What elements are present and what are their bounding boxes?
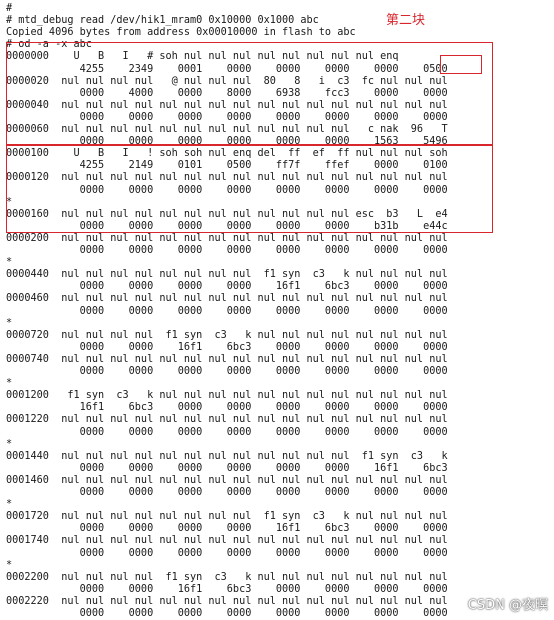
annotation-label: 第二块 xyxy=(386,13,426,28)
terminal-line: 0000200 nul nul nul nul nul nul nul nul … xyxy=(6,232,448,244)
terminal-line: 0000440 nul nul nul nul nul nul nul nul … xyxy=(6,269,448,281)
terminal-line: # xyxy=(6,3,13,14)
terminal-line: 0002220 nul nul nul nul nul nul nul nul … xyxy=(6,595,448,607)
terminal-line: 0000 0000 0000 0000 0000 0000 0000 0000 xyxy=(6,305,448,317)
terminal-line: * xyxy=(6,438,13,450)
terminal-line: 0000 0000 0000 0000 0000 0000 0000 0000 xyxy=(6,608,448,619)
terminal-line: # mtd_debug read /dev/hik1_mram0 0x10000… xyxy=(6,15,319,27)
terminal-line: 0001440 nul nul nul nul nul nul nul nul … xyxy=(6,450,448,462)
annotation-box-block-one xyxy=(6,42,493,145)
terminal-line: 0000 0000 0000 0000 0000 0000 0000 0000 xyxy=(6,426,448,438)
terminal-line: 0000 0000 0000 0000 0000 0000 0000 0000 xyxy=(6,245,448,256)
terminal-line: 0000 0000 0000 0000 0000 0000 16f1 6bc3 xyxy=(6,462,448,474)
terminal-line: * xyxy=(6,499,13,511)
terminal-line: * xyxy=(6,559,13,571)
terminal-line: 0000 0000 0000 0000 16f1 6bc3 0000 0000 xyxy=(6,523,448,535)
terminal-line: 0002200 nul nul nul nul f1 syn c3 k nul … xyxy=(6,571,448,583)
terminal-line: * xyxy=(6,378,13,390)
terminal-line: 0000460 nul nul nul nul nul nul nul nul … xyxy=(6,293,448,305)
terminal-line: 0001200 f1 syn c3 k nul nul nul nul nul … xyxy=(6,390,448,402)
terminal-line: 0001460 nul nul nul nul nul nul nul nul … xyxy=(6,474,448,486)
terminal-line: 0000 0000 0000 0000 0000 0000 0000 0000 xyxy=(6,487,448,498)
watermark: CSDN @夜暝 xyxy=(467,598,548,613)
terminal-line: 0000 0000 0000 0000 0000 0000 0000 0000 xyxy=(6,366,448,377)
terminal-line: 16f1 6bc3 0000 0000 0000 0000 0000 0000 xyxy=(6,402,448,414)
terminal-line: 0000 0000 16f1 6bc3 0000 0000 0000 0000 xyxy=(6,583,448,595)
terminal-line: 0001720 nul nul nul nul nul nul nul nul … xyxy=(6,511,448,523)
terminal-line: * xyxy=(6,257,13,269)
terminal-line: 0000 0000 16f1 6bc3 0000 0000 0000 0000 xyxy=(6,341,448,353)
annotation-box-highlight-0500 xyxy=(440,55,482,74)
terminal-line: 0000740 nul nul nul nul nul nul nul nul … xyxy=(6,353,448,365)
terminal-line: 0000 0000 0000 0000 16f1 6bc3 0000 0000 xyxy=(6,281,448,293)
annotation-box-block-two xyxy=(6,145,493,233)
terminal-line: 0001220 nul nul nul nul nul nul nul nul … xyxy=(6,414,448,426)
terminal-line: * xyxy=(6,317,13,329)
terminal-line: 0000 0000 0000 0000 0000 0000 0000 0000 xyxy=(6,547,448,559)
terminal-line: 0000720 nul nul nul nul f1 syn c3 k nul … xyxy=(6,329,448,341)
terminal-line: 0001740 nul nul nul nul nul nul nul nul … xyxy=(6,535,448,547)
terminal-line: Copied 4096 bytes from address 0x0001000… xyxy=(6,27,356,39)
